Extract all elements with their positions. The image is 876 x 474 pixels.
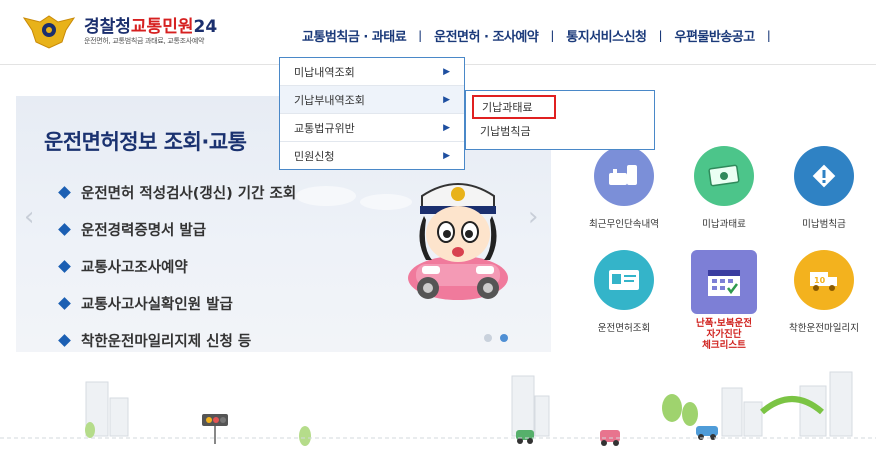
service-label-line: 체크리스트 [702, 340, 746, 351]
submenu-paid-penalty[interactable]: 기납과태료 [472, 95, 556, 119]
money-icon [694, 146, 754, 206]
submenu-arrow-icon: ▶ [443, 94, 450, 105]
calendar-check-icon [691, 250, 757, 314]
nav-separator: ㅣ [414, 30, 427, 45]
banner-item-label: 교통사고조사예약 [81, 260, 188, 276]
service-aggressive-driving-checklist[interactable]: 난폭·보복운전 자가진단 체크리스트 [674, 250, 774, 351]
slide-indicator-dot[interactable] [484, 334, 492, 342]
submenu-arrow-icon: ▶ [443, 122, 450, 133]
nav-separator: ㅣ [654, 30, 667, 45]
service-license-inquiry[interactable]: 운전면허조회 [574, 250, 674, 334]
license-card-icon [594, 250, 654, 310]
nav-license-reservation[interactable]: 운전면허 · 조사예약 [428, 26, 544, 45]
banner-list-item[interactable]: 착한운전마일리지제 신청 등 [58, 322, 296, 359]
banner-item-label: 운전면허 적성검사(갱신) 기간 조회 [81, 186, 297, 202]
main-navigation: 교통범칙금 · 과태료 ㅣ 운전면허 · 조사예약 ㅣ 통지서비스신청 ㅣ 우편… [296, 26, 777, 45]
banner-prev-arrow[interactable]: ‹ [24, 204, 34, 230]
nav-fines-penalties[interactable]: 교통범칙금 · 과태료 [296, 26, 412, 45]
logo-title-number: 24 [193, 17, 218, 37]
nav-notification-service[interactable]: 통지서비스신청 [560, 26, 652, 45]
banner-title: 운전면허정보 조회·교통 [44, 130, 247, 154]
menu-item-traffic-violation[interactable]: 교통법규위반 ▶ [280, 114, 464, 142]
service-label: 미납과태료 [702, 219, 746, 230]
diamond-bullet-icon [58, 223, 71, 236]
menu-item-label: 민원신청 [294, 150, 335, 163]
banner-item-label: 교통사고사실확인원 발급 [81, 297, 233, 313]
service-label-line: 난폭·보복운전 [695, 318, 753, 329]
slide-indicator-dot-active[interactable] [500, 334, 508, 342]
menu-item-label: 기납부내역조회 [294, 93, 365, 107]
service-label-multiline: 난폭·보복운전 자가진단 체크리스트 [674, 318, 774, 351]
service-recent-enforcement[interactable]: 최근무인단속내역 [574, 146, 674, 230]
police-mascot-illustration [408, 183, 508, 300]
svg-text:10: 10 [814, 276, 826, 285]
camera-icon [594, 146, 654, 206]
service-unpaid-penalty[interactable]: 미납과태료 [674, 146, 774, 230]
diamond-bullet-icon [58, 186, 71, 199]
service-label-line: 자가진단 [706, 329, 742, 340]
police-emblem-icon [22, 15, 76, 49]
paid-history-submenu: 기납과태료 기납범칙금 [465, 90, 655, 150]
truck-icon: 10 [794, 250, 854, 310]
submenu-arrow-icon: ▶ [443, 151, 450, 161]
banner-feature-list: 운전면허 적성검사(갱신) 기간 조회 운전경력증명서 발급 교통사고조사예약 … [58, 174, 297, 359]
site-logo[interactable]: 경찰청교통민원24 운전면허, 교통범칙금 과태료, 교통조사예약 [22, 10, 272, 54]
nav-returned-mail[interactable]: 우편물반송공고 [668, 26, 760, 45]
service-label: 운전면허조회 [597, 323, 651, 334]
diamond-bullet-icon [58, 297, 71, 310]
nav-separator: ㅣ [762, 30, 775, 45]
logo-title-agency: 경찰청 [84, 17, 131, 37]
logo-title: 경찰청교통민원24 [84, 12, 217, 37]
diamond-bullet-icon [58, 334, 71, 347]
menu-item-paid-history[interactable]: 기납부내역조회 ▶ [280, 86, 464, 114]
service-label: 미납범칙금 [802, 219, 846, 230]
submenu-paid-fine[interactable]: 기납범칙금 [466, 119, 654, 145]
warning-sign-icon [794, 146, 854, 206]
service-safe-driving-mileage[interactable]: 10 착한운전마일리지 [774, 250, 874, 334]
submenu-arrow-icon: ▶ [443, 66, 450, 77]
menu-item-civil-request[interactable]: 민원신청 ▶ [280, 142, 464, 170]
menu-item-label: 교통법규위반 [294, 121, 355, 135]
banner-list-item[interactable]: 교통사고조사예약 [58, 248, 296, 285]
banner-list-item[interactable]: 교통사고사실확인원 발급 [58, 285, 296, 322]
service-unpaid-fine[interactable]: 미납범칙금 [774, 146, 874, 230]
diamond-bullet-icon [58, 260, 71, 273]
quick-services: 최근무인단속내역 미납과태료 미납범칙금 운전면허조회 난폭·보복운전 자가진단… [574, 138, 876, 368]
banner-item-label: 착한운전마일리지제 신청 등 [81, 334, 252, 350]
service-label: 최근무인단속내역 [589, 219, 659, 230]
nav-separator: ㅣ [546, 30, 559, 45]
banner-list-item[interactable]: 운전면허 적성검사(갱신) 기간 조회 [58, 174, 297, 211]
fines-dropdown-menu: 미납내역조회 ▶ 기납부내역조회 ▶ 교통법규위반 ▶ 민원신청 ▶ [279, 57, 465, 170]
service-label: 착한운전마일리지 [789, 323, 859, 334]
banner-list-item[interactable]: 운전경력증명서 발급 [58, 211, 296, 248]
banner-next-arrow[interactable]: › [528, 204, 538, 230]
logo-title-service: 교통민원 [130, 17, 194, 37]
banner-pagination [484, 334, 508, 342]
cityscape-decoration [0, 371, 876, 446]
logo-subtitle: 운전면허, 교통범칙금 과태료, 교통조사예약 [84, 37, 205, 45]
menu-item-unpaid-inquiry[interactable]: 미납내역조회 ▶ [280, 58, 464, 86]
menu-item-label: 미납내역조회 [294, 65, 355, 79]
banner-item-label: 운전경력증명서 발급 [81, 223, 207, 239]
site-header: 경찰청교통민원24 운전면허, 교통범칙금 과태료, 교통조사예약 교통범칙금 … [0, 0, 876, 65]
